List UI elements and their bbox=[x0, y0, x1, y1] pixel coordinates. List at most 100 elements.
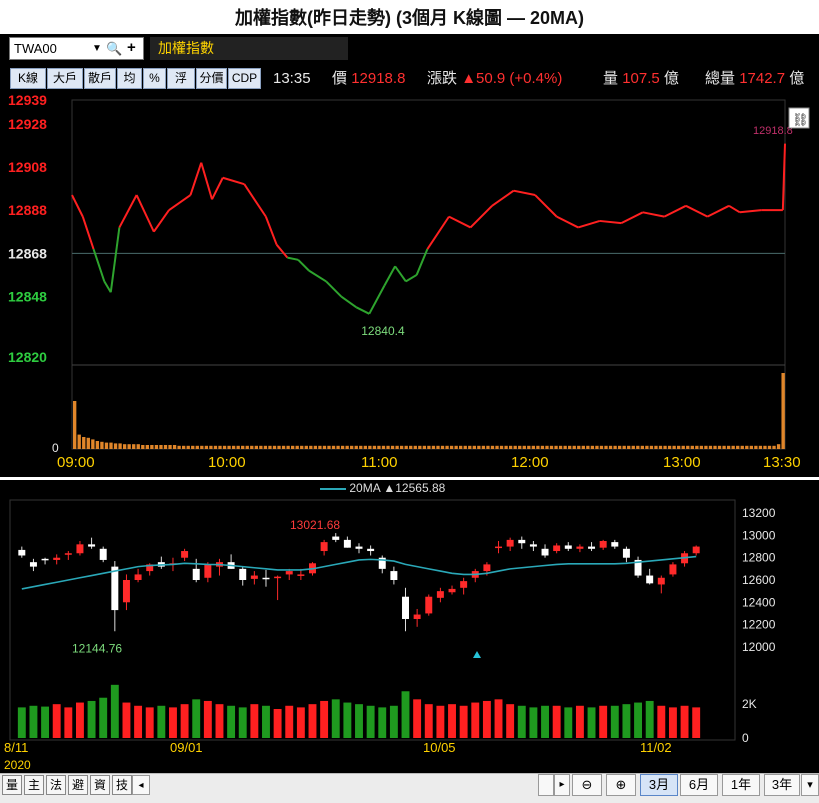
volume-bar bbox=[658, 445, 663, 449]
volume-bar bbox=[313, 445, 318, 449]
range-button-2[interactable]: 1年 bbox=[722, 774, 760, 796]
bottom-tab-2[interactable]: 法 bbox=[46, 775, 66, 795]
volume-bar bbox=[359, 445, 363, 449]
volume-bar bbox=[472, 445, 476, 449]
volume-bar bbox=[177, 445, 181, 449]
volume-bar bbox=[238, 707, 247, 738]
candle-body bbox=[204, 564, 212, 578]
zoom-out-button[interactable]: ⊖ bbox=[572, 774, 602, 796]
candle-body bbox=[343, 539, 351, 548]
volume-bar bbox=[776, 444, 781, 449]
bottom-tab-0[interactable]: 量 bbox=[2, 775, 22, 795]
price-segment bbox=[469, 205, 493, 229]
volume-bar bbox=[401, 691, 410, 738]
volume-bar bbox=[110, 684, 119, 738]
candle-body bbox=[111, 566, 119, 611]
price-segment bbox=[383, 265, 396, 287]
candle-body bbox=[402, 596, 409, 619]
volume-bar bbox=[499, 445, 504, 449]
volume-bar bbox=[331, 445, 336, 449]
volume-bar bbox=[73, 401, 77, 449]
volume-bar bbox=[318, 445, 322, 449]
kline-x-tick-0: 8/11 bbox=[4, 740, 28, 755]
candle-body bbox=[657, 577, 665, 585]
volume-bar bbox=[722, 445, 726, 449]
volume-bar bbox=[245, 445, 249, 449]
bottom-tab-5[interactable]: 技 bbox=[112, 775, 132, 795]
volume-bar bbox=[454, 445, 458, 449]
quote-change: 漲跌 ▲50.9 (+0.4%) bbox=[427, 70, 563, 87]
volume-bar bbox=[554, 445, 558, 449]
search-icon[interactable]: 🔍 bbox=[106, 38, 122, 59]
toolbar-button-2[interactable]: 散戶 bbox=[84, 68, 116, 89]
range-button-3[interactable]: 3年 bbox=[764, 774, 800, 796]
range-dropdown[interactable]: ▾ bbox=[801, 774, 819, 796]
volume-bar bbox=[180, 704, 189, 738]
scroll-box[interactable] bbox=[538, 774, 554, 796]
volume-bar bbox=[231, 445, 236, 449]
volume-bar bbox=[168, 445, 172, 449]
candle-body bbox=[564, 545, 572, 549]
candle-body bbox=[448, 588, 456, 593]
volume-bar bbox=[713, 445, 717, 449]
toolbar-button-3[interactable]: 均 bbox=[117, 68, 142, 89]
bottom-tab-3[interactable]: 避 bbox=[68, 775, 88, 795]
volume-bar bbox=[145, 707, 154, 738]
scroll-right-button[interactable]: ▸ bbox=[554, 774, 570, 796]
quote-total: 總量 1742.7 億 bbox=[705, 70, 805, 87]
volume-bar bbox=[286, 445, 290, 449]
price-segment bbox=[355, 306, 370, 315]
scroll-left-button[interactable]: ◂ bbox=[132, 775, 150, 795]
volume-bar bbox=[345, 445, 349, 449]
volume-bar bbox=[363, 445, 367, 449]
volume-bar bbox=[610, 705, 619, 738]
x-tick-label-0: 09:00 bbox=[57, 454, 95, 471]
candle-body bbox=[553, 545, 561, 552]
price-segment bbox=[513, 189, 536, 197]
add-icon[interactable]: + bbox=[127, 37, 136, 58]
range-button-0[interactable]: 3月 bbox=[640, 774, 678, 796]
toolbar-button-0[interactable]: K線 bbox=[10, 68, 46, 89]
volume-bar bbox=[549, 445, 554, 449]
volume-bar bbox=[599, 705, 608, 738]
volume-bar bbox=[181, 445, 186, 449]
bottom-tab-4[interactable]: 資 bbox=[90, 775, 110, 795]
volume-bar bbox=[564, 707, 573, 738]
volume-bar bbox=[355, 704, 363, 738]
bottom-tab-1[interactable]: 主 bbox=[24, 775, 44, 795]
toolbar-button-4[interactable]: % bbox=[143, 68, 166, 89]
quote-price: 價 12918.8 bbox=[332, 70, 406, 87]
volume-bar bbox=[141, 445, 145, 449]
zoom-in-button[interactable]: ⊕ bbox=[606, 774, 636, 796]
price-segment bbox=[728, 204, 741, 214]
kline-y-tick-2: 12800 bbox=[742, 551, 776, 565]
volume-bar bbox=[627, 445, 631, 449]
volume-bar bbox=[745, 445, 749, 449]
volume-bar bbox=[308, 704, 317, 738]
symbol-input[interactable]: TWA00 ▼ 🔍 + bbox=[9, 37, 144, 60]
chevron-down-icon[interactable]: ▼ bbox=[92, 38, 102, 59]
price-segment bbox=[325, 280, 342, 298]
volume-bar bbox=[340, 445, 345, 449]
toolbar-button-6[interactable]: 分價 bbox=[196, 68, 227, 89]
volume-bar bbox=[372, 445, 377, 449]
volume-bar bbox=[640, 445, 645, 449]
volume-bar bbox=[192, 699, 201, 738]
volume-bar bbox=[273, 709, 282, 738]
volume-bar bbox=[522, 445, 526, 449]
volume-bar bbox=[285, 705, 294, 738]
toolbar-button-7[interactable]: CDP bbox=[228, 68, 261, 89]
volume-bar bbox=[572, 445, 576, 449]
volume-bar bbox=[463, 445, 467, 449]
volume-bar bbox=[577, 445, 581, 449]
toolbar-button-1[interactable]: 大戶 bbox=[47, 68, 83, 89]
volume-bar bbox=[494, 699, 503, 738]
volume-bar bbox=[518, 445, 522, 449]
toolbar-button-5[interactable]: 浮 bbox=[167, 68, 195, 89]
candle-body bbox=[576, 546, 584, 549]
candle-body bbox=[646, 575, 654, 584]
candle-body bbox=[611, 542, 619, 547]
volume-bar bbox=[663, 445, 667, 449]
range-button-1[interactable]: 6月 bbox=[680, 774, 718, 796]
volume-bar bbox=[654, 445, 658, 449]
